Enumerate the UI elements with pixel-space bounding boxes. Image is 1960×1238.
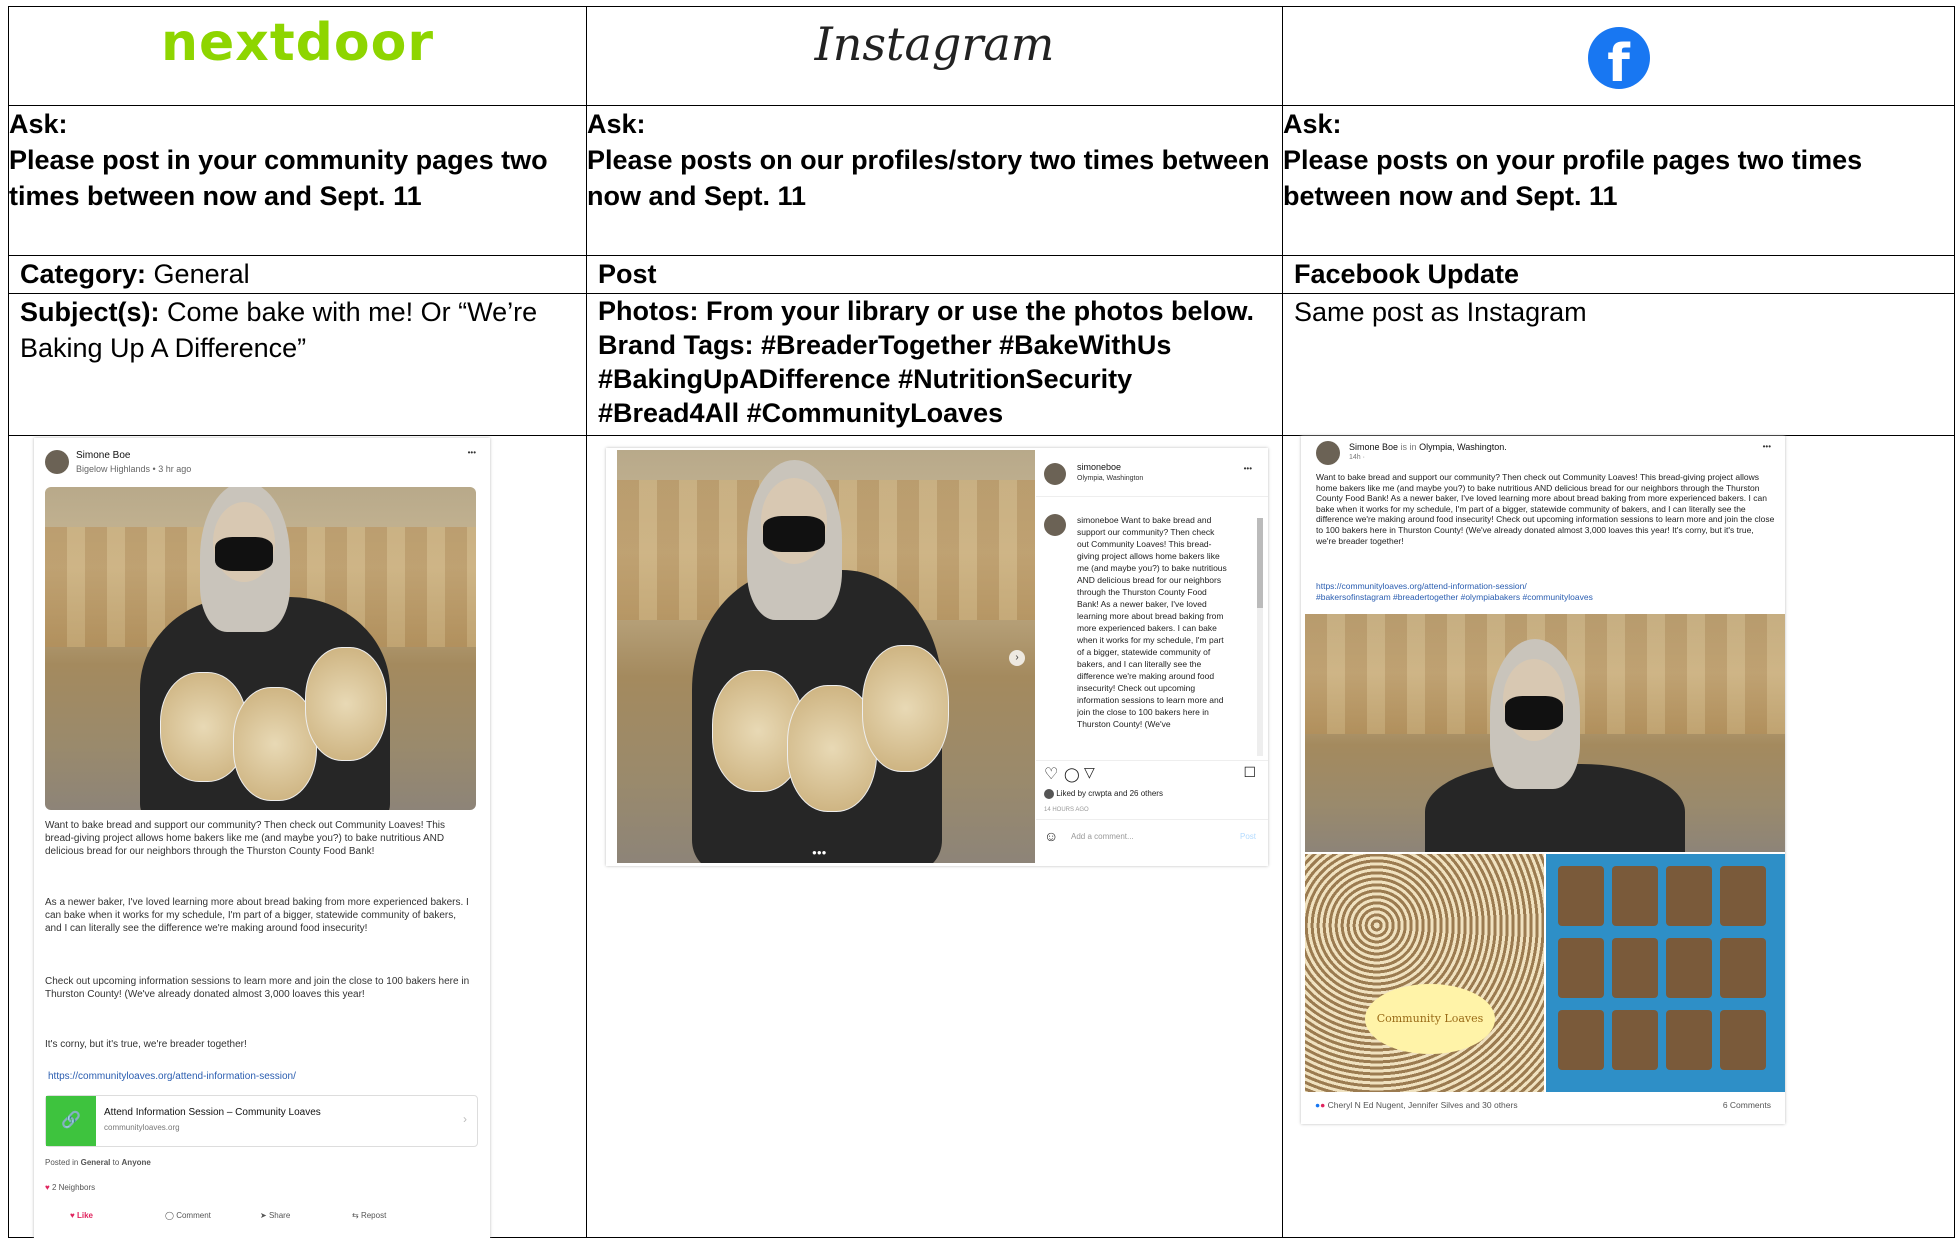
category-value: General bbox=[153, 259, 250, 289]
reaction-count[interactable]: ♥ 2 Neighbors bbox=[45, 1183, 95, 1193]
brand-tags: Brand Tags: #BreaderTogether #BakeWithUs… bbox=[598, 330, 1172, 428]
post-comment-button[interactable]: Post bbox=[1240, 832, 1256, 841]
carousel-dots: ●●● bbox=[812, 848, 827, 857]
same-post-text: Same post as Instagram bbox=[1294, 297, 1587, 327]
link-domain: communityloaves.org bbox=[104, 1123, 180, 1132]
facebook-ask-cell: Ask: Please posts on your profile pages … bbox=[1282, 105, 1955, 256]
nextdoor-header-cell: nextdoor bbox=[8, 6, 587, 106]
emoji-icon[interactable]: ☺ bbox=[1044, 828, 1058, 844]
facebook-update-label-cell: Facebook Update bbox=[1282, 255, 1955, 294]
avatar bbox=[1044, 514, 1066, 536]
facebook-post-card: Simone Boe is in Olympia, Washington. 14… bbox=[1301, 436, 1785, 1124]
fb-comments-count[interactable]: 6 Comments bbox=[1723, 1100, 1771, 1110]
fb-place[interactable]: Olympia, Washington. bbox=[1419, 442, 1507, 452]
heart-icon: ♥ bbox=[70, 1211, 75, 1220]
subject-label: Subject(s): bbox=[20, 297, 160, 327]
avatar bbox=[1044, 789, 1054, 799]
more-options-icon[interactable]: ••• bbox=[468, 448, 476, 457]
send-icon[interactable]: ▽ bbox=[1084, 764, 1095, 781]
share-icon: ➤ bbox=[260, 1211, 267, 1220]
chevron-right-icon: › bbox=[463, 1112, 467, 1126]
instagram-logo: Instagram bbox=[814, 17, 1055, 71]
posted-audience[interactable]: Anyone bbox=[122, 1158, 151, 1167]
next-photo-icon[interactable]: › bbox=[1009, 650, 1025, 666]
nextdoor-subject-cell: Subject(s): Come bake with me! Or “We’re… bbox=[8, 293, 587, 436]
fb-body: Want to bake bread and support our commu… bbox=[1316, 472, 1775, 546]
photos-instructions: Photos: From your library or use the pho… bbox=[598, 296, 1255, 326]
love-reaction-icon: ● bbox=[1320, 1100, 1326, 1110]
more-options-icon[interactable]: ••• bbox=[1763, 442, 1771, 451]
comment-button[interactable]: ◯ Comment bbox=[165, 1211, 211, 1221]
link-preview-card[interactable]: 🔗 Attend Information Session – Community… bbox=[45, 1095, 478, 1147]
avatar bbox=[45, 450, 69, 474]
category-label: Category: bbox=[20, 259, 147, 289]
facebook-update-label: Facebook Update bbox=[1294, 259, 1520, 289]
post-label: Post bbox=[598, 259, 657, 289]
avatar bbox=[1316, 441, 1340, 465]
post-paragraph: As a newer baker, I've loved learning mo… bbox=[45, 897, 469, 934]
ask-text: Please posts on our profiles/story two t… bbox=[587, 145, 1270, 211]
post-paragraph: It's corny, but it's true, we're breader… bbox=[45, 1039, 247, 1050]
ask-label: Ask: bbox=[587, 109, 646, 139]
heart-icon: ♥ bbox=[45, 1183, 50, 1192]
ask-text: Please post in your community pages two … bbox=[9, 145, 548, 211]
facebook-same-post-cell: Same post as Instagram bbox=[1282, 293, 1955, 436]
fb-author[interactable]: Simone Boe bbox=[1349, 442, 1398, 452]
fb-url[interactable]: https://communityloaves.org/attend-infor… bbox=[1316, 581, 1527, 591]
like-button[interactable]: ♥ Like bbox=[70, 1211, 93, 1221]
instagram-photos-cell: Photos: From your library or use the pho… bbox=[586, 293, 1283, 436]
fb-time[interactable]: 14h · bbox=[1349, 454, 1365, 461]
nextdoor-category-cell: Category: General bbox=[8, 255, 587, 294]
comment-icon[interactable]: ◯ bbox=[1064, 766, 1080, 783]
more-options-icon[interactable]: ••• bbox=[1244, 464, 1252, 473]
facebook-header-cell: f bbox=[1282, 6, 1955, 106]
nextdoor-ask-cell: Ask: Please post in your community pages… bbox=[8, 105, 587, 256]
link-title: Attend Information Session – Community L… bbox=[104, 1107, 321, 1118]
ask-label: Ask: bbox=[9, 109, 68, 139]
link-icon: 🔗 bbox=[46, 1096, 96, 1146]
avatar bbox=[1044, 463, 1066, 485]
heart-outline-icon[interactable]: ♡ bbox=[1044, 764, 1058, 784]
bread-label: Community Loaves bbox=[1365, 984, 1495, 1054]
post-url[interactable]: https://communityloaves.org/attend-infor… bbox=[48, 1070, 296, 1083]
instagram-post-label-cell: Post bbox=[586, 255, 1283, 294]
posted-category[interactable]: General bbox=[81, 1158, 111, 1167]
add-comment-input[interactable]: Add a comment... bbox=[1071, 832, 1134, 841]
share-button[interactable]: ➤ Share bbox=[260, 1211, 290, 1221]
ig-time: 14 HOURS AGO bbox=[1044, 807, 1089, 813]
post-paragraph: Want to bake bread and support our commu… bbox=[45, 820, 446, 857]
bookmark-icon[interactable]: ☐ bbox=[1243, 764, 1256, 781]
post-paragraph: Check out upcoming information sessions … bbox=[45, 976, 470, 1000]
ig-location[interactable]: Olympia, Washington bbox=[1077, 475, 1143, 482]
facebook-logo: f bbox=[1587, 27, 1650, 89]
fb-hashtags[interactable]: #bakersofinstagram #breadertogether #oly… bbox=[1316, 592, 1593, 602]
post-author[interactable]: Simone Boe bbox=[76, 450, 130, 461]
instagram-post-card: › ●●● simoneboe Olympia, Washington ••• … bbox=[606, 448, 1268, 866]
post-photo: › ●●● bbox=[617, 450, 1035, 863]
fb-photo-bags[interactable] bbox=[1546, 854, 1785, 1092]
posted-in: Posted in General to Anyone bbox=[45, 1158, 151, 1167]
fb-photo-bread[interactable]: Community Loaves bbox=[1305, 854, 1544, 1092]
ask-label: Ask: bbox=[1283, 109, 1342, 139]
scrollbar[interactable] bbox=[1257, 518, 1263, 756]
nextdoor-post-card: Simone Boe Bigelow Highlands • 3 hr ago … bbox=[34, 438, 490, 1238]
ig-caption: simoneboe Want to bake bread and support… bbox=[1077, 515, 1227, 729]
comment-icon: ◯ bbox=[165, 1211, 174, 1220]
repost-icon: ⇆ bbox=[352, 1211, 359, 1220]
fb-photo-main[interactable] bbox=[1305, 614, 1785, 852]
nextdoor-logo: nextdoor bbox=[160, 13, 434, 73]
ig-liked-by[interactable]: Liked by crwpta and 26 others bbox=[1044, 789, 1163, 799]
post-meta: Bigelow Highlands • 3 hr ago bbox=[76, 464, 192, 474]
fb-author-line: Simone Boe is in Olympia, Washington. bbox=[1349, 442, 1507, 452]
ig-username[interactable]: simoneboe bbox=[1077, 462, 1121, 472]
instagram-header-cell: Instagram bbox=[586, 6, 1283, 106]
instagram-ask-cell: Ask: Please posts on our profiles/story … bbox=[586, 105, 1283, 256]
post-photo bbox=[45, 487, 476, 810]
ask-text: Please posts on your profile pages two t… bbox=[1283, 145, 1863, 211]
repost-button[interactable]: ⇆ Repost bbox=[352, 1211, 386, 1221]
fb-reactions[interactable]: ●● Cheryl N Ed Nugent, Jennifer Silves a… bbox=[1315, 1100, 1518, 1110]
